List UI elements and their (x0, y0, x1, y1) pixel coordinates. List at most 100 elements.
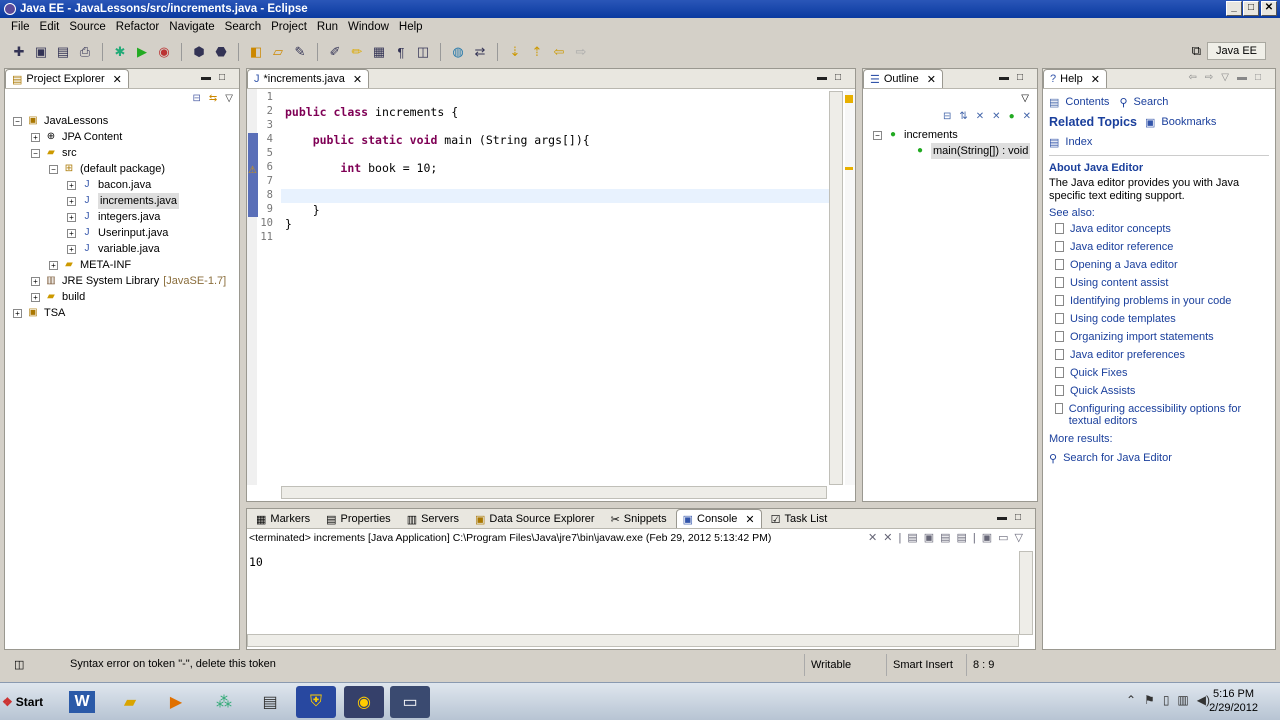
tree-item[interactable]: + Jbacon.java (13, 177, 239, 193)
save-all-icon[interactable]: ▤ (54, 43, 72, 61)
taskbar-word-icon[interactable]: W (62, 686, 102, 718)
taskbar-network-icon[interactable]: ⁂ (204, 686, 244, 718)
code-line[interactable]: 2 public class increments { (259, 105, 831, 119)
menu-file[interactable]: File (6, 21, 35, 33)
network-icon[interactable]: ▥ (1177, 693, 1188, 707)
help-topic-link[interactable]: Quick Fixes (1055, 365, 1269, 383)
new-class-icon[interactable]: ⬣ (212, 43, 230, 61)
battery-icon[interactable]: ▯ (1163, 693, 1170, 707)
new-server-icon[interactable]: ⬢ (190, 43, 208, 61)
link-editor-icon[interactable]: ⇆ (209, 93, 217, 104)
expand-icon[interactable]: + (13, 308, 22, 318)
help-topic-link[interactable]: Organizing import statements (1055, 329, 1269, 347)
block-select-icon[interactable]: ▦ (370, 43, 388, 61)
menu-run[interactable]: Run (312, 21, 343, 33)
help-topic-link[interactable]: Java editor reference (1055, 239, 1269, 257)
help-topic-link[interactable]: Java editor concepts (1055, 221, 1269, 239)
taskbar-app-icon[interactable]: ▤ (250, 686, 290, 718)
expand-icon[interactable]: + (31, 292, 40, 302)
menu-window[interactable]: Window (343, 21, 394, 33)
view-menu-icon[interactable]: ▽ (1021, 93, 1029, 104)
tree-item[interactable]: − ⊞ (default package) (13, 161, 239, 177)
expand-icon[interactable]: + (49, 260, 58, 270)
menu-project[interactable]: Project (266, 21, 312, 33)
code-area[interactable]: 1 2 public class increments {3 4 public sta… (259, 91, 831, 483)
close-icon[interactable]: ✕ (1091, 73, 1100, 86)
collapse-all-icon[interactable]: ⊟ (943, 111, 951, 122)
tab-properties[interactable]: ▤ Properties (319, 509, 398, 528)
taskbar-media-icon[interactable]: ▶ (156, 686, 196, 718)
save-icon[interactable]: ▣ (32, 43, 50, 61)
open-type-icon[interactable]: ◧ (247, 43, 265, 61)
code-line[interactable]: 5 (259, 147, 831, 161)
new-icon[interactable]: ✚ (10, 43, 28, 61)
expand-icon[interactable]: + (31, 276, 40, 286)
open-folder-icon[interactable]: ▱ (269, 43, 287, 61)
tab-servers[interactable]: ▥ Servers (400, 509, 466, 528)
sync-icon[interactable]: ⇄ (471, 43, 489, 61)
tab-task-list[interactable]: ☑ Task List (764, 509, 835, 528)
hide-fields-icon[interactable]: ✕ (976, 111, 984, 122)
warning-icon[interactable] (845, 95, 853, 103)
next-annotation-icon[interactable]: ⇣ (506, 43, 524, 61)
clock[interactable]: 5:16 PM 2/29/2012 (1209, 687, 1258, 715)
menu-navigate[interactable]: Navigate (164, 21, 219, 33)
taskbar-security-icon[interactable]: ⛨ (296, 686, 336, 718)
volume-icon[interactable]: ◀) (1197, 693, 1210, 707)
code-line[interactable]: 4 public static void main (String args[]… (259, 133, 831, 147)
search-tool-icon[interactable]: ✎ (291, 43, 309, 61)
print-icon[interactable]: ⎙ (76, 43, 94, 61)
tree-item[interactable]: + J Userinput.java (13, 225, 239, 241)
tree-item[interactable]: + ▰ build (13, 289, 239, 305)
tree-item[interactable]: − ▣ JavaLessons (13, 113, 239, 129)
console-output[interactable]: 10 (247, 549, 1017, 633)
tree-item[interactable]: + Jvariable.java (13, 241, 239, 257)
tab-data-source-explorer[interactable]: ▣ Data Source Explorer (468, 509, 602, 528)
close-icon[interactable]: ✕ (353, 73, 362, 86)
code-line[interactable]: 7 (259, 175, 831, 189)
menu-edit[interactable]: Edit (35, 21, 65, 33)
vertical-scrollbar[interactable] (829, 91, 843, 485)
close-button[interactable]: ✕ (1261, 1, 1277, 16)
help-topic-link[interactable]: Using code templates (1055, 311, 1269, 329)
hide-local-types-icon[interactable]: ✕ (1023, 111, 1031, 122)
mark-occurrences-icon[interactable]: ✐ (326, 43, 344, 61)
hide-nonpublic-icon[interactable]: ● (1009, 111, 1015, 122)
collapse-icon[interactable]: − (31, 148, 40, 158)
code-line[interactable]: 8 (259, 189, 831, 203)
taskbar-eclipse-icon[interactable]: ◉ (344, 686, 384, 718)
show-whitespace-icon[interactable]: ¶ (392, 43, 410, 61)
help-search-link[interactable]: ⚲ Search (1119, 93, 1168, 111)
close-icon[interactable]: ✕ (745, 513, 754, 526)
back-icon[interactable]: ⇦ (550, 43, 568, 61)
collapse-icon[interactable]: − (873, 130, 882, 140)
tree-item[interactable]: + ▥ JRE System Library [JavaSE-1.7] (13, 273, 239, 289)
tab-increments-java[interactable]: J *increments.java ✕ (247, 69, 370, 88)
expand-icon[interactable]: + (67, 228, 76, 238)
tab-console[interactable]: ▣ Console ✕ (675, 509, 762, 528)
tab-snippets[interactable]: ✂ Snippets (604, 509, 674, 528)
taskbar-explorer-icon[interactable]: ▰ (110, 686, 150, 718)
tab-markers[interactable]: ▦ Markers (249, 509, 317, 528)
expand-icon[interactable]: + (67, 180, 76, 190)
help-topic-link[interactable]: Opening a Java editor (1055, 257, 1269, 275)
menu-refactor[interactable]: Refactor (111, 21, 164, 33)
code-line[interactable]: 1 (259, 91, 831, 105)
outline-class[interactable]: − ● increments (873, 127, 1037, 143)
expand-icon[interactable]: + (67, 244, 76, 254)
open-perspective-icon[interactable]: ⧉ (1192, 43, 1201, 59)
web-browser-icon[interactable]: ◍ (449, 43, 467, 61)
tab-outline[interactable]: ☰ Outline ✕ (863, 69, 943, 88)
warning-mark[interactable] (845, 167, 853, 170)
close-icon[interactable]: ✕ (927, 73, 936, 86)
help-topic-link[interactable]: Identifying problems in your code (1055, 293, 1269, 311)
minimize-button[interactable]: _ (1226, 1, 1242, 16)
taskbar-window-icon[interactable]: ▭ (390, 686, 430, 718)
help-topic-link[interactable]: Java editor preferences (1055, 347, 1269, 365)
help-topic-link[interactable]: Configuring accessibility options for te… (1055, 401, 1269, 427)
panel-min-max[interactable]: ▬□ (999, 72, 1031, 83)
tree-item[interactable]: − ▰ src (13, 145, 239, 161)
panel-min-max[interactable]: ▬□ (817, 72, 849, 83)
panel-min-max[interactable]: ▬□ (201, 72, 233, 83)
external-tools-icon[interactable]: ◉ (155, 43, 173, 61)
